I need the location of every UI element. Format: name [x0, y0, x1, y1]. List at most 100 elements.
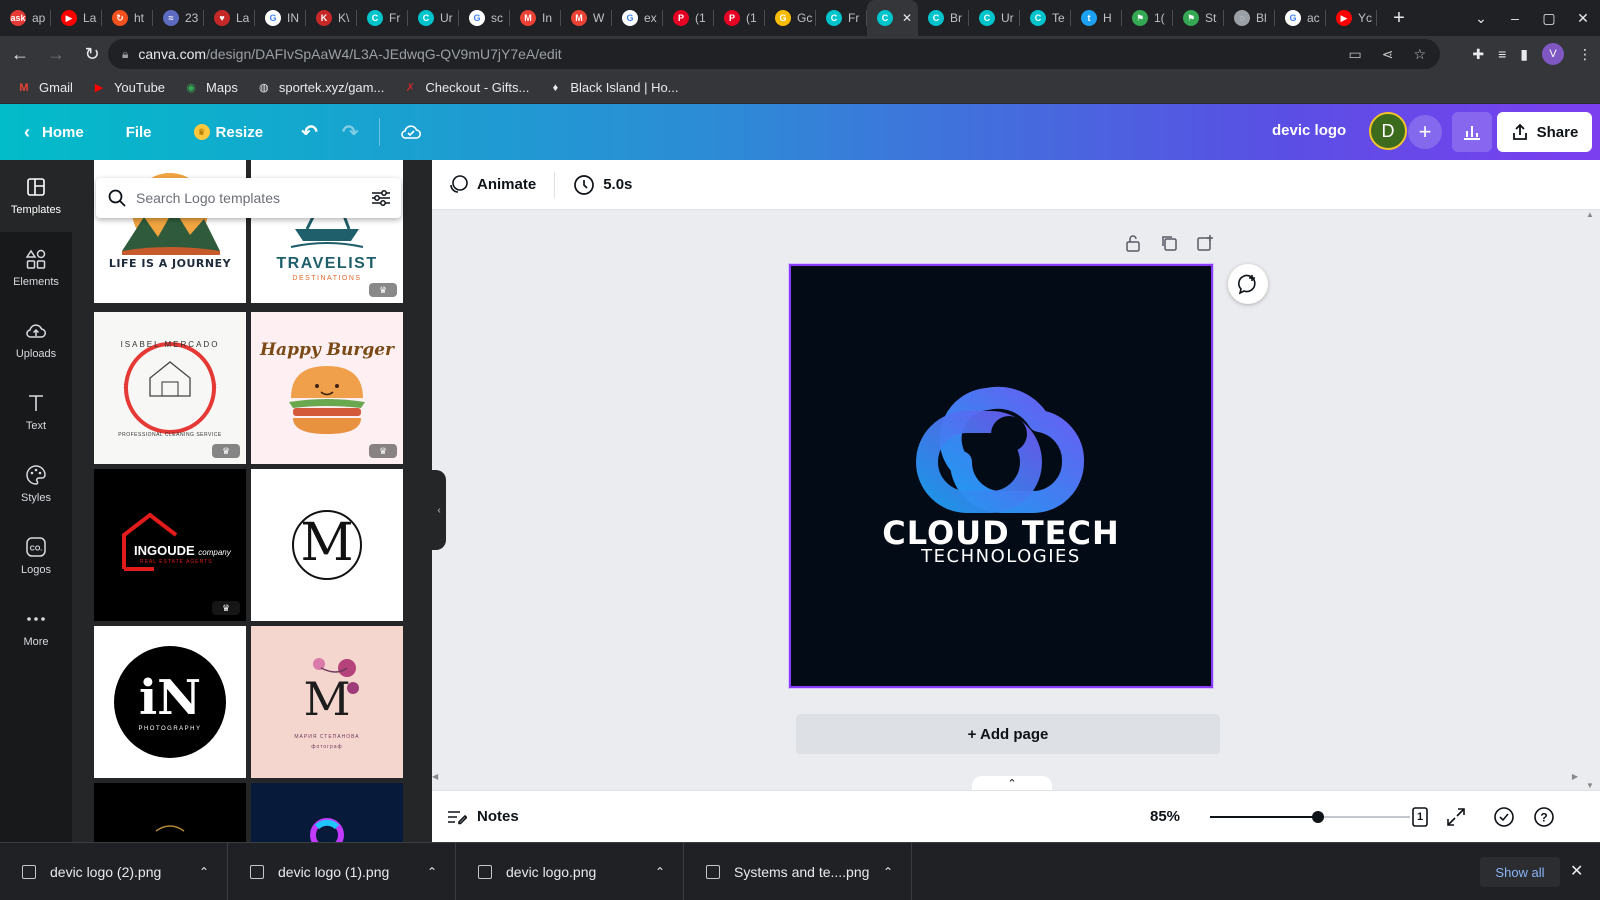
animate-button[interactable]: Animate	[447, 174, 536, 196]
collapse-panel-handle[interactable]: ‹	[432, 470, 446, 550]
rail-logos[interactable]: CO. Logos	[0, 520, 72, 592]
rail-text[interactable]: Text	[0, 376, 72, 448]
resize-button[interactable]: ♛ Resize	[184, 112, 274, 152]
fullscreen-button[interactable]	[1444, 805, 1468, 829]
logo-subtitle[interactable]: TECHNOLOGIES	[791, 546, 1211, 567]
bookmark-item[interactable]: ♦ Black Island | Ho...	[547, 80, 679, 96]
template-partial-dark[interactable]	[94, 783, 246, 842]
file-menu-button[interactable]: File	[116, 112, 162, 152]
browser-tab[interactable]: C Ur	[408, 0, 459, 36]
chevron-up-icon[interactable]: ⌃	[655, 865, 665, 879]
cloud-tech-logo-mark[interactable]	[791, 266, 1211, 686]
rail-more[interactable]: More	[0, 592, 72, 664]
browser-tab[interactable]: ↻ ht	[102, 0, 153, 36]
user-avatar[interactable]: D	[1369, 112, 1407, 150]
browser-tab[interactable]: ◌ Bl	[1224, 0, 1275, 36]
browser-tab[interactable]: C Fr	[357, 0, 408, 36]
close-window-button[interactable]: ✕	[1566, 10, 1600, 27]
zoom-percent[interactable]: 85%	[1150, 808, 1180, 825]
show-all-downloads-button[interactable]: Show all	[1480, 857, 1560, 887]
browser-tab[interactable]: C ✕	[867, 0, 918, 36]
duration-button[interactable]: 5.0s	[573, 174, 632, 196]
page-count-button[interactable]: 1	[1408, 805, 1432, 829]
browser-tab[interactable]: ▶ La	[51, 0, 102, 36]
minimize-button[interactable]: –	[1498, 10, 1532, 26]
help-button[interactable]: ?	[1532, 805, 1556, 829]
download-item[interactable]: devic logo (2).png ⌃	[0, 842, 228, 900]
browser-tab[interactable]: G IN	[255, 0, 306, 36]
notes-button[interactable]: Notes	[447, 808, 519, 825]
download-item[interactable]: Systems and te....png ⌃	[684, 842, 912, 900]
browser-tab[interactable]: G Gc	[765, 0, 816, 36]
chevron-up-icon[interactable]: ⌃	[199, 865, 209, 879]
profile-avatar[interactable]: V	[1542, 43, 1564, 65]
browser-tab[interactable]: C Te	[1020, 0, 1071, 36]
undo-button[interactable]: ↶	[291, 112, 328, 152]
template-ingoude[interactable]: INGOUDE company REAL ESTATE AGENTS ♛	[94, 469, 246, 621]
chevron-up-icon[interactable]: ⌃	[883, 865, 893, 879]
browser-tab[interactable]: ≈23	[153, 0, 204, 36]
new-tab-button[interactable]: +	[1381, 0, 1417, 36]
bookmark-item[interactable]: ✗ Checkout - Gifts...	[402, 80, 530, 96]
check-button[interactable]	[1492, 805, 1516, 829]
template-in-photography[interactable]: iN PHOTOGRAPHY	[94, 626, 246, 778]
share-button[interactable]: Share	[1497, 112, 1592, 152]
media-controls-icon[interactable]: ≡	[1498, 46, 1506, 62]
rail-elements[interactable]: Elements	[0, 232, 72, 304]
add-collaborator-button[interactable]: +	[1408, 115, 1442, 149]
bookmark-item[interactable]: ▶ YouTube	[91, 80, 165, 96]
lock-page-icon[interactable]	[1124, 234, 1142, 252]
browser-tab[interactable]: C Fr	[816, 0, 867, 36]
bookmark-item[interactable]: ◍ sportek.xyz/gam...	[256, 80, 384, 96]
add-comment-button[interactable]	[1228, 264, 1268, 304]
reader-mode-icon[interactable]: ▭	[1348, 46, 1361, 63]
browser-tab[interactable]: ask ap	[0, 0, 51, 36]
address-bar[interactable]: 🔒︎ canva.com/design/DAFIvSpAaW4/L3A-JEdw…	[108, 39, 1440, 69]
forward-button[interactable]: →	[40, 38, 72, 70]
close-icon[interactable]: ✕	[1570, 861, 1583, 881]
add-page-icon[interactable]	[1196, 234, 1214, 252]
browser-tab[interactable]: K K\	[306, 0, 357, 36]
reload-button[interactable]: ↻	[76, 38, 108, 70]
template-m-circle[interactable]: M	[251, 469, 403, 621]
template-happy-burger[interactable]: Happy Burger ♛	[251, 312, 403, 464]
browser-tab[interactable]: P (1	[663, 0, 714, 36]
rail-templates[interactable]: Templates	[0, 160, 72, 232]
rail-styles[interactable]: Styles	[0, 448, 72, 520]
design-page[interactable]: CLOUD TECH TECHNOLOGIES	[788, 263, 1214, 689]
browser-tab[interactable]: Gsc	[459, 0, 510, 36]
browser-tab[interactable]: C Br	[918, 0, 969, 36]
template-isabel-mercado[interactable]: ISABEL MERCADO PROFESSIONAL CLEANING SER…	[94, 312, 246, 464]
filter-settings-icon[interactable]	[361, 189, 401, 207]
side-panel-icon[interactable]: ▮	[1520, 46, 1528, 63]
browser-tab[interactable]: Gac	[1275, 0, 1326, 36]
chevron-up-icon[interactable]: ⌃	[427, 865, 437, 879]
close-tab-icon[interactable]: ✕	[902, 11, 912, 25]
browser-tab[interactable]: M In	[510, 0, 561, 36]
maximize-button[interactable]: ▢	[1532, 10, 1566, 27]
browser-tab[interactable]: C Ur	[969, 0, 1020, 36]
browser-tab[interactable]: ♥ La	[204, 0, 255, 36]
extensions-puzzle-icon[interactable]: ✚	[1472, 46, 1484, 63]
insights-button[interactable]	[1452, 112, 1492, 152]
browser-tab[interactable]: MW	[561, 0, 612, 36]
cloud-saved-icon[interactable]	[390, 112, 432, 152]
browser-tab[interactable]: ⚑ 1(	[1122, 0, 1173, 36]
duplicate-page-icon[interactable]	[1160, 234, 1178, 252]
bookmark-item[interactable]: ◉ Maps	[183, 80, 238, 96]
browser-tab[interactable]: tH	[1071, 0, 1122, 36]
rail-uploads[interactable]: Uploads	[0, 304, 72, 376]
design-title[interactable]: devic logo	[1272, 122, 1346, 139]
redo-button[interactable]: ↷	[332, 112, 369, 152]
zoom-slider[interactable]	[1210, 811, 1410, 823]
tab-search-chevron-icon[interactable]: ⌄	[1464, 10, 1498, 27]
template-partial-gradient[interactable]	[251, 783, 403, 842]
page-view-toggle[interactable]: ⌃	[972, 776, 1052, 790]
back-button[interactable]: ←	[4, 38, 36, 70]
share-page-icon[interactable]: ⋖	[1382, 46, 1394, 63]
home-button[interactable]: ‹ Home	[14, 112, 94, 152]
download-item[interactable]: devic logo (1).png ⌃	[228, 842, 456, 900]
browser-tab[interactable]: P (1	[714, 0, 765, 36]
bookmark-item[interactable]: M Gmail	[16, 80, 73, 96]
browser-menu-icon[interactable]: ⋮	[1578, 46, 1592, 63]
